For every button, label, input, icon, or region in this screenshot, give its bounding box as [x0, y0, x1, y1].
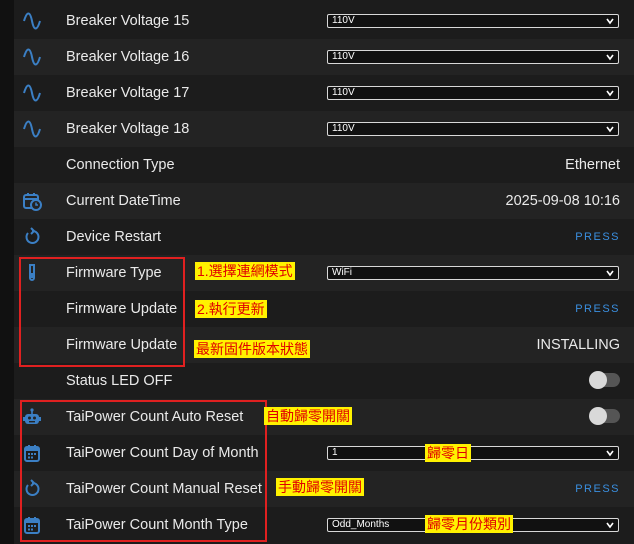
chevron-down-icon	[606, 450, 614, 457]
sine-wave-icon	[22, 11, 42, 31]
breaker-voltage-select[interactable]: 110V	[327, 86, 619, 100]
row-status-led: Status LED OFF	[14, 363, 634, 399]
firmware-update-press-button[interactable]: PRESS	[575, 291, 620, 327]
row-device-restart: Device Restart PRESS	[14, 219, 634, 255]
status-led-toggle[interactable]	[589, 371, 620, 389]
sine-wave-icon	[22, 47, 42, 67]
chevron-down-icon	[606, 270, 614, 277]
annotation-day-of-month: 歸零日	[425, 444, 471, 462]
row-breaker-voltage-17: Breaker Voltage 17 110V	[14, 75, 634, 111]
row-current-datetime: Current DateTime 2025-09-08 10:16	[14, 183, 634, 219]
annotation-month-type: 歸零月份類別	[425, 515, 513, 533]
auto-reset-toggle[interactable]	[589, 407, 620, 425]
select-value: 110V	[332, 15, 355, 26]
row-label: Connection Type	[66, 157, 175, 173]
row-breaker-voltage-15: Breaker Voltage 15 110V	[14, 3, 634, 39]
annotation-firmware-update: 2.執行更新	[195, 300, 267, 318]
row-label: Breaker Voltage 17	[66, 85, 190, 101]
row-breaker-voltage-18: Breaker Voltage 18 110V	[14, 111, 634, 147]
select-value: WiFi	[332, 267, 352, 278]
chevron-down-icon	[606, 90, 614, 97]
row-connection-type: Connection Type Ethernet	[14, 147, 634, 183]
annotation-firmware-type: 1.選擇連網模式	[195, 262, 295, 280]
row-label: Device Restart	[66, 229, 162, 245]
annotation-auto-reset: 自動歸零開關	[264, 407, 352, 425]
select-value: 110V	[332, 87, 355, 98]
toggle-knob	[589, 407, 607, 425]
breaker-voltage-select[interactable]: 110V	[327, 122, 619, 136]
device-restart-press-button[interactable]: PRESS	[575, 219, 620, 255]
connection-type-value: Ethernet	[565, 157, 620, 173]
chevron-down-icon	[606, 54, 614, 61]
firmware-highlight-box	[19, 257, 185, 367]
manual-reset-press-button[interactable]: PRESS	[575, 471, 620, 507]
select-value: 1	[332, 447, 338, 458]
chevron-down-icon	[606, 522, 614, 529]
taipower-highlight-box	[20, 400, 267, 542]
current-datetime-value: 2025-09-08 10:16	[505, 193, 621, 209]
sine-wave-icon	[22, 119, 42, 139]
restart-icon	[22, 227, 42, 247]
breaker-voltage-select[interactable]: 110V	[327, 14, 619, 28]
select-value: Odd_Months	[332, 519, 390, 530]
day-of-month-select[interactable]: 1	[327, 446, 619, 460]
annotation-manual-reset: 手動歸零開關	[276, 478, 364, 496]
row-label: Breaker Voltage 15	[66, 13, 190, 29]
chevron-down-icon	[606, 126, 614, 133]
row-label: Breaker Voltage 18	[66, 121, 190, 137]
breaker-voltage-select[interactable]: 110V	[327, 50, 619, 64]
select-value: 110V	[332, 123, 355, 134]
select-value: 110V	[332, 51, 355, 62]
firmware-type-select[interactable]: WiFi	[327, 266, 619, 280]
sine-wave-icon	[22, 83, 42, 103]
firmware-update-status-value: INSTALLING	[536, 337, 620, 353]
toggle-knob	[589, 371, 607, 389]
calendar-clock-icon	[22, 191, 42, 211]
row-breaker-voltage-16: Breaker Voltage 16 110V	[14, 39, 634, 75]
annotation-firmware-status: 最新固件版本狀態	[194, 340, 310, 358]
row-label: Current DateTime	[66, 193, 181, 209]
row-label: Breaker Voltage 16	[66, 49, 190, 65]
row-label: Status LED OFF	[66, 373, 173, 389]
chevron-down-icon	[606, 18, 614, 25]
